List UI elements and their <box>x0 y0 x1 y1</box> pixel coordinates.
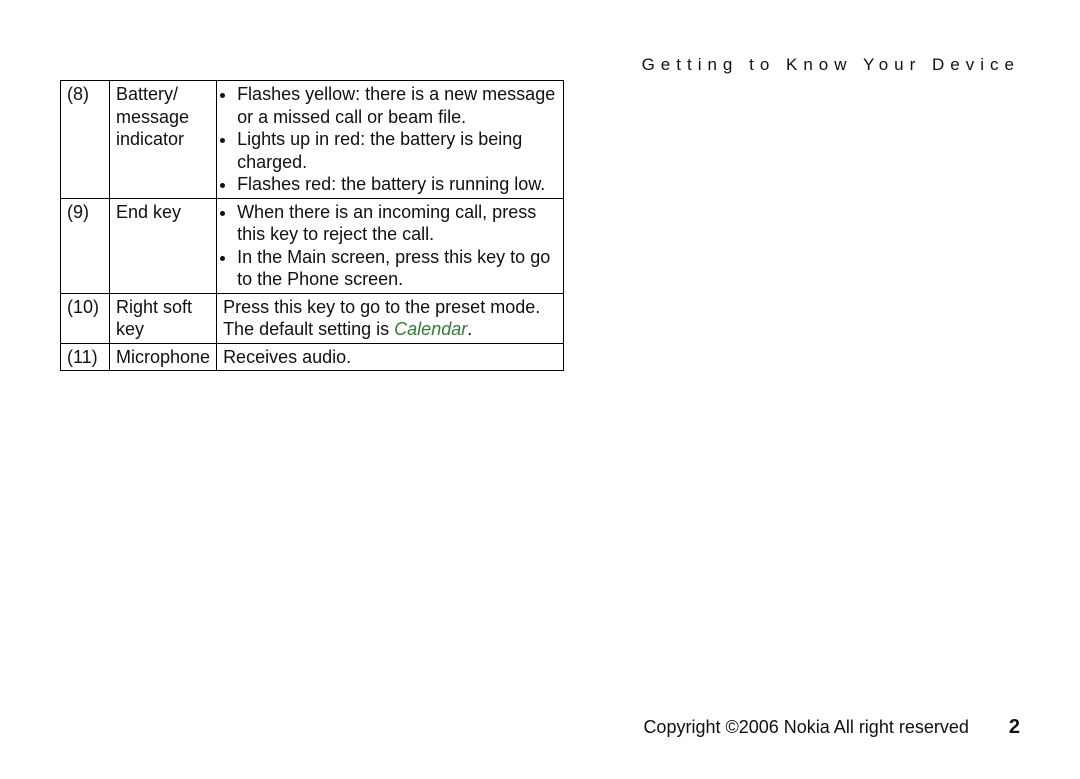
table-row: (9) End key When there is an incoming ca… <box>61 198 564 293</box>
table-row: (11) Microphone Receives audio. <box>61 343 564 371</box>
row-number: (8) <box>61 81 110 199</box>
desc-text: . <box>467 319 472 339</box>
row-name: Right soft key <box>110 293 217 343</box>
row-desc: When there is an incoming call, press th… <box>217 198 564 293</box>
table-row: (10) Right soft key Press this key to go… <box>61 293 564 343</box>
row-name: End key <box>110 198 217 293</box>
running-header: Getting to Know Your Device <box>642 55 1020 75</box>
desc-emphasis: Calendar <box>394 319 467 339</box>
row-number: (10) <box>61 293 110 343</box>
row-name: Battery/ message indicator <box>110 81 217 199</box>
desc-bullet: When there is an incoming call, press th… <box>237 201 557 246</box>
desc-bullet: Lights up in red: the battery is being c… <box>237 128 557 173</box>
page-footer: Copyright ©2006 Nokia All right reserved… <box>0 716 1080 739</box>
page-number: 2 <box>1009 716 1020 739</box>
table-row: (8) Battery/ message indicator Flashes y… <box>61 81 564 199</box>
copyright-text: Copyright ©2006 Nokia All right reserved <box>643 717 968 738</box>
page: Getting to Know Your Device (8) Battery/… <box>0 0 1080 779</box>
desc-bullet: Flashes red: the battery is running low. <box>237 173 557 196</box>
desc-text: Press this key to go to the preset mode.… <box>223 297 540 340</box>
device-parts-table: (8) Battery/ message indicator Flashes y… <box>60 80 564 371</box>
row-name: Microphone <box>110 343 217 371</box>
desc-bullet: Flashes yellow: there is a new message o… <box>237 83 557 128</box>
row-desc: Press this key to go to the preset mode.… <box>217 293 564 343</box>
row-desc: Flashes yellow: there is a new message o… <box>217 81 564 199</box>
row-number: (11) <box>61 343 110 371</box>
row-desc: Receives audio. <box>217 343 564 371</box>
row-number: (9) <box>61 198 110 293</box>
desc-bullet: In the Main screen, press this key to go… <box>237 246 557 291</box>
